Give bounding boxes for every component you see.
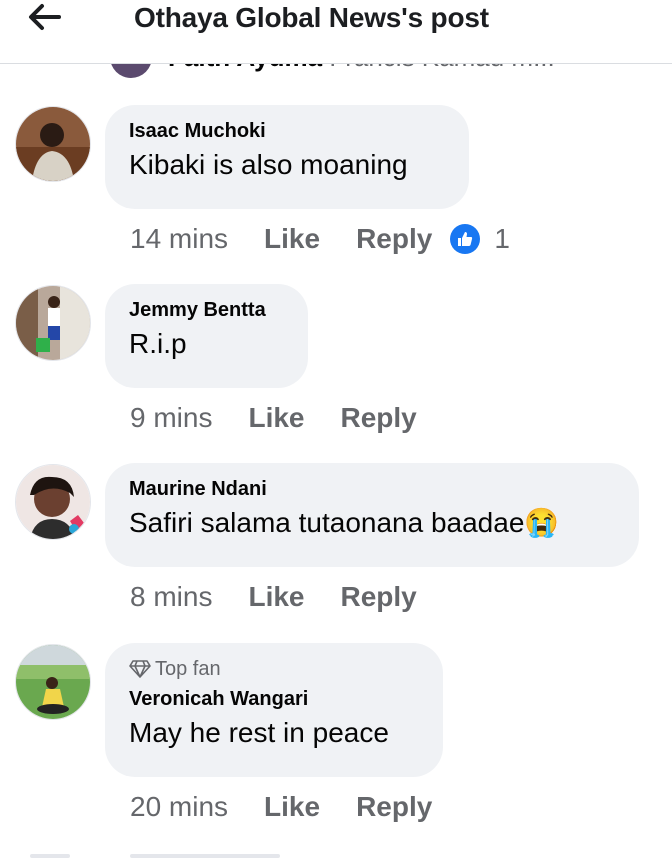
avatar[interactable] bbox=[15, 106, 91, 182]
next-comment-peek bbox=[0, 848, 672, 858]
comment-time[interactable]: 8 mins bbox=[130, 581, 212, 613]
comment-bubble[interactable]: Maurine Ndani Safiri salama tutaonana ba… bbox=[105, 463, 639, 567]
avatar[interactable] bbox=[15, 285, 91, 361]
diamond-icon bbox=[129, 660, 151, 678]
comment-author[interactable]: Maurine Ndani bbox=[129, 477, 615, 501]
comment-bubble[interactable]: Top fan Veronicah Wangari May he rest in… bbox=[105, 643, 443, 777]
comment-text: R.i.p bbox=[129, 328, 187, 359]
crying-face-emoji: 😭 bbox=[524, 507, 560, 538]
reaction-count[interactable]: 1 bbox=[494, 223, 510, 255]
like-button[interactable]: Like bbox=[248, 402, 304, 434]
comment-time[interactable]: 14 mins bbox=[130, 223, 228, 255]
comment-actions: 14 mins Like Reply 1 bbox=[130, 223, 510, 255]
comment-text: Kibaki is also moaning bbox=[129, 149, 408, 180]
like-button[interactable]: Like bbox=[264, 791, 320, 823]
badge-label: Top fan bbox=[155, 658, 221, 680]
comment-actions: 20 mins Like Reply bbox=[130, 791, 432, 823]
top-fan-badge: Top fan bbox=[129, 657, 419, 681]
app-header: Othaya Global News's post bbox=[0, 0, 672, 64]
comment-text: May he rest in peace bbox=[129, 717, 389, 748]
reply-button[interactable]: Reply bbox=[341, 402, 417, 434]
arrow-left-icon bbox=[29, 4, 61, 30]
comment-actions: 9 mins Like Reply bbox=[130, 402, 417, 434]
comment-text: Safiri salama tutaonana baadae bbox=[129, 507, 525, 538]
comment-time[interactable]: 9 mins bbox=[130, 402, 212, 434]
reply-button[interactable]: Reply bbox=[356, 223, 432, 255]
comment-author[interactable]: Jemmy Bentta bbox=[129, 298, 284, 322]
comment-bubble[interactable]: Jemmy Bentta R.i.p bbox=[105, 284, 308, 388]
comment-bubble[interactable]: Isaac Muchoki Kibaki is also moaning bbox=[105, 105, 469, 209]
page-title: Othaya Global News's post bbox=[134, 2, 489, 33]
comment-actions: 8 mins Like Reply bbox=[130, 581, 417, 613]
avatar[interactable] bbox=[15, 464, 91, 540]
reply-button[interactable]: Reply bbox=[341, 581, 417, 613]
avatar[interactable] bbox=[15, 644, 91, 720]
comment-author[interactable]: Isaac Muchoki bbox=[129, 119, 445, 143]
back-button[interactable] bbox=[22, 0, 68, 40]
comment-author[interactable]: Veronicah Wangari bbox=[129, 687, 419, 711]
comment-time[interactable]: 20 mins bbox=[130, 791, 228, 823]
thumbs-up-icon[interactable] bbox=[450, 224, 481, 254]
like-button[interactable]: Like bbox=[264, 223, 320, 255]
reply-button[interactable]: Reply bbox=[356, 791, 432, 823]
like-button[interactable]: Like bbox=[248, 581, 304, 613]
